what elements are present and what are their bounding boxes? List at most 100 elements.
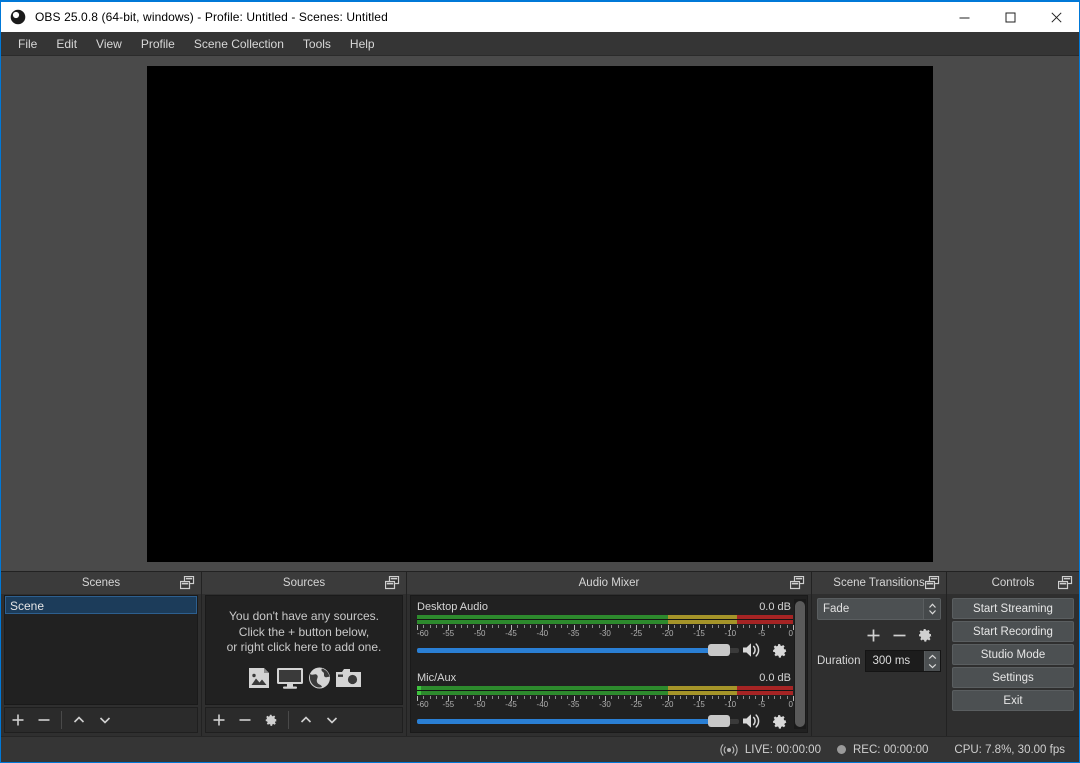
menu-item-edit[interactable]: Edit (47, 34, 86, 54)
scenes-toolbar (4, 707, 198, 733)
scale-tick (780, 625, 782, 628)
menu-item-view[interactable]: View (87, 34, 131, 54)
mixer-db-scale: -60 -55 -50 -45 -40 -35 -30 -25 -20 -15 -10 -5 0 (417, 696, 794, 709)
float-dock-icon[interactable] (1057, 575, 1073, 590)
sources-list[interactable]: You don't have any sources. Click the + … (205, 595, 403, 705)
add-transition-button[interactable] (861, 625, 885, 645)
duration-input[interactable]: 300 ms (865, 650, 941, 672)
move-source-up-button[interactable] (293, 708, 319, 732)
volume-slider-handle[interactable] (708, 715, 731, 727)
scale-tick (492, 625, 494, 628)
move-scene-down-button[interactable] (92, 708, 118, 732)
volume-slider[interactable] (417, 641, 739, 659)
scale-tick-label: -5 (758, 700, 766, 709)
volume-slider[interactable] (417, 712, 739, 730)
sources-toolbar (205, 707, 403, 733)
scale-tick-label: -60 (417, 629, 429, 638)
start-streaming-button[interactable]: Start Streaming (952, 598, 1074, 619)
add-source-button[interactable] (206, 708, 232, 732)
speaker-icon[interactable] (739, 712, 765, 730)
menu-item-profile[interactable]: Profile (132, 34, 184, 54)
transition-buttons (817, 625, 941, 645)
scale-tick (485, 696, 487, 699)
scale-tick (736, 696, 738, 699)
scale-tick-label: -35 (567, 700, 580, 709)
scale-tick (692, 696, 694, 699)
duration-step-up[interactable] (928, 652, 937, 661)
scenes-list[interactable]: Scene (4, 595, 198, 705)
scale-tick (630, 625, 632, 628)
browser-source-icon (307, 666, 332, 695)
scene-list-item[interactable]: Scene (5, 596, 197, 614)
remove-transition-button[interactable] (887, 625, 911, 645)
mixer-channel-gear-icon[interactable] (765, 642, 793, 659)
scale-tick (711, 696, 713, 699)
scale-tick (586, 625, 588, 628)
start-recording-button[interactable]: Start Recording (952, 621, 1074, 642)
scale-tick (523, 625, 525, 628)
scale-tick (435, 625, 437, 628)
float-dock-icon[interactable] (179, 575, 195, 590)
scale-tick-label: -60 (417, 700, 429, 709)
preview-area[interactable] (1, 56, 1079, 571)
close-button[interactable] (1033, 2, 1079, 32)
scale-tick (648, 625, 650, 628)
scale-tick (617, 696, 619, 699)
scale-tick-label: -15 (693, 700, 705, 709)
scenes-dock-header: Scenes (1, 572, 201, 594)
scale-tick (630, 696, 632, 699)
volume-slider-handle[interactable] (708, 644, 731, 656)
scale-tick-label: -25 (630, 629, 643, 638)
scale-tick (767, 625, 769, 628)
preview-canvas[interactable] (147, 65, 933, 562)
transition-select[interactable]: Fade (817, 598, 941, 620)
controls-dock: Controls Start Streaming Start Recording… (946, 572, 1079, 736)
transition-properties-gear-icon[interactable] (913, 625, 937, 645)
scale-tick (623, 625, 625, 628)
source-properties-gear-icon[interactable] (258, 708, 284, 732)
menu-item-help[interactable]: Help (341, 34, 384, 54)
menu-item-scene-collection[interactable]: Scene Collection (185, 34, 293, 54)
scale-tick-label: 0 (788, 700, 793, 709)
toolbar-separator (61, 711, 62, 729)
mixer-scrollbar-thumb[interactable] (795, 601, 805, 727)
exit-button[interactable]: Exit (952, 690, 1074, 711)
sources-empty-icons (247, 666, 362, 695)
scale-tick (561, 625, 563, 628)
move-source-down-button[interactable] (319, 708, 345, 732)
scale-tick (467, 625, 469, 628)
scale-tick (655, 625, 657, 628)
window-title: OBS 25.0.8 (64-bit, windows) - Profile: … (35, 10, 388, 24)
scale-tick (423, 625, 425, 628)
float-dock-icon[interactable] (789, 575, 805, 590)
duration-step-down[interactable] (928, 661, 937, 670)
move-scene-up-button[interactable] (66, 708, 92, 732)
menu-item-file[interactable]: File (9, 34, 46, 54)
maximize-button[interactable] (987, 2, 1033, 32)
scale-tick (454, 696, 456, 699)
remove-scene-button[interactable] (31, 708, 57, 732)
camera-source-icon (335, 666, 362, 695)
speaker-icon[interactable] (739, 641, 765, 659)
mixer-scrollbar[interactable] (794, 599, 806, 729)
scale-tick (561, 696, 563, 699)
scale-tick (460, 696, 462, 699)
scale-tick (592, 696, 594, 699)
scale-tick (423, 696, 425, 699)
chevron-updown-icon[interactable] (923, 599, 940, 619)
sources-empty-line-2: Click the + button below, (238, 624, 370, 639)
float-dock-icon[interactable] (924, 575, 940, 590)
float-dock-icon[interactable] (384, 575, 400, 590)
minimize-button[interactable] (941, 2, 987, 32)
scene-transitions-dock-header: Scene Transitions (812, 572, 946, 594)
scale-tick-label: -15 (693, 629, 705, 638)
settings-button[interactable]: Settings (952, 667, 1074, 688)
mixer-channel-gear-icon[interactable] (765, 713, 793, 730)
menu-item-tools[interactable]: Tools (294, 34, 340, 54)
studio-mode-button[interactable]: Studio Mode (952, 644, 1074, 665)
scale-tick (774, 696, 776, 699)
scene-transitions-dock-title: Scene Transitions (833, 577, 925, 589)
add-scene-button[interactable] (5, 708, 31, 732)
duration-stepper[interactable] (924, 651, 940, 671)
remove-source-button[interactable] (232, 708, 258, 732)
